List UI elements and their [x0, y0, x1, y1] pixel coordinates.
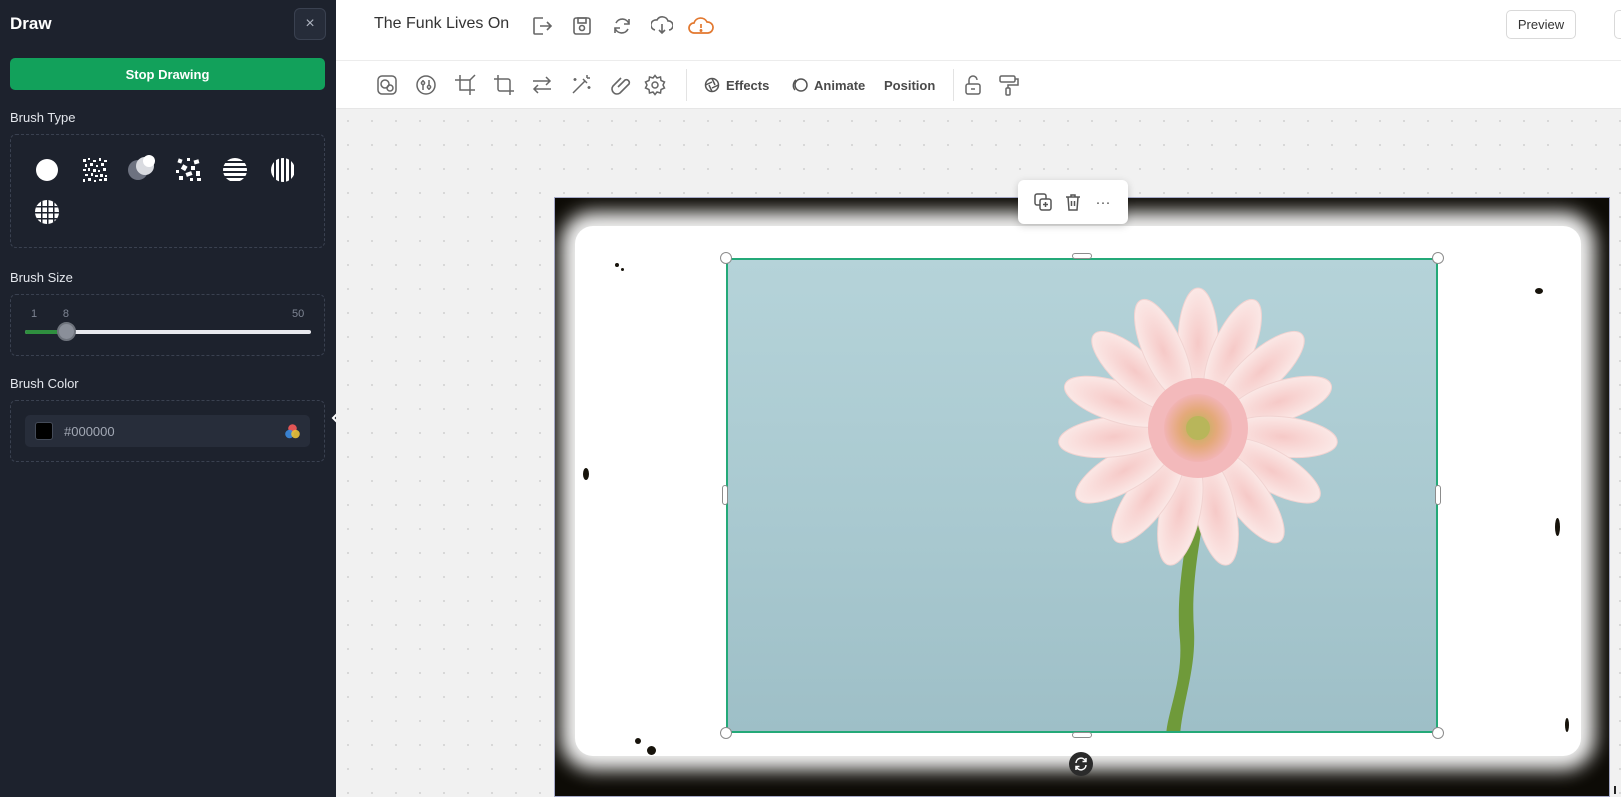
effects-button[interactable]: Effects: [704, 74, 769, 96]
link-icon[interactable]: [607, 72, 633, 98]
grid-brush-icon[interactable]: [33, 198, 61, 226]
animate-label: Animate: [814, 77, 866, 93]
flower-photo[interactable]: [726, 258, 1438, 733]
element-actions-bar: ···: [1018, 180, 1128, 224]
more-icon[interactable]: ···: [1091, 190, 1115, 214]
spray-brush-icon[interactable]: [81, 156, 109, 184]
resize-handle-top[interactable]: [1072, 253, 1092, 259]
brush-color-control: #000000: [10, 400, 325, 462]
panel-title: Draw: [10, 14, 52, 33]
close-button[interactable]: ×: [294, 8, 326, 40]
rotate-handle[interactable]: [1069, 752, 1093, 776]
resize-handle-bottom[interactable]: [1072, 732, 1092, 738]
brush-color-label: Brush Color: [10, 376, 79, 391]
circle-brush-icon[interactable]: [33, 156, 61, 184]
resize-handle-top-left[interactable]: [720, 252, 732, 264]
horizontal-lines-brush-icon[interactable]: [221, 156, 249, 184]
color-picker-icon[interactable]: [284, 423, 301, 445]
mouse-cursor: [1614, 786, 1620, 794]
draw-panel: Draw × Stop Drawing Brush Type Brush Siz…: [0, 0, 336, 797]
grunge-speck: [1555, 518, 1560, 536]
resize-handle-bottom-left[interactable]: [720, 727, 732, 739]
settings-icon[interactable]: [642, 72, 668, 98]
grunge-speck: [583, 468, 589, 480]
effects-label: Effects: [726, 77, 770, 93]
download-icon[interactable]: [649, 13, 675, 39]
animate-button[interactable]: Animate: [792, 74, 865, 96]
unlock-icon[interactable]: [960, 72, 986, 98]
header-cutoff-button[interactable]: [1614, 10, 1621, 39]
document-title[interactable]: The Funk Lives On: [374, 15, 509, 33]
preview-button[interactable]: Preview: [1506, 10, 1576, 39]
grunge-speck: [621, 268, 624, 271]
rotate-icon: [1075, 757, 1087, 771]
slider-thumb[interactable]: [56, 322, 76, 341]
editor-toolbar: Effects Animate Position: [336, 61, 1621, 109]
grunge-speck: [615, 263, 619, 267]
color-input[interactable]: #000000: [25, 415, 310, 447]
animate-icon: [792, 78, 808, 92]
aperture-icon: [704, 77, 720, 93]
position-label: Position: [884, 77, 936, 93]
adjust-icon[interactable]: [413, 72, 439, 98]
flip-icon[interactable]: [529, 72, 555, 98]
resize-handle-left[interactable]: [722, 485, 728, 505]
brush-size-max: 50: [292, 308, 305, 320]
resize-icon[interactable]: [491, 72, 517, 98]
vertical-lines-brush-icon[interactable]: [269, 156, 297, 184]
grunge-speck: [647, 746, 656, 755]
cloud-warning-icon[interactable]: [688, 13, 714, 39]
save-icon[interactable]: [569, 13, 595, 39]
mask-icon[interactable]: [374, 72, 400, 98]
color-swatch[interactable]: [35, 422, 53, 440]
toolbar-divider: [953, 69, 954, 101]
toolbar-divider: [686, 69, 687, 101]
resize-handle-top-right[interactable]: [1432, 252, 1444, 264]
brush-type-label: Brush Type: [10, 110, 76, 125]
trash-icon[interactable]: [1061, 190, 1085, 214]
crop-icon[interactable]: [452, 72, 478, 98]
resize-handle-bottom-right[interactable]: [1432, 727, 1444, 739]
sync-icon[interactable]: [609, 13, 635, 39]
paint-roller-icon[interactable]: [996, 72, 1022, 98]
stop-drawing-button[interactable]: Stop Drawing: [10, 58, 325, 90]
grunge-speck: [1565, 718, 1569, 732]
header-bar: The Funk Lives On Preview: [336, 0, 1621, 61]
brush-size-value: 8: [62, 308, 69, 320]
grunge-speck: [1535, 288, 1543, 294]
brush-size-control: 1 8 50: [10, 294, 325, 356]
splatter-brush-icon[interactable]: [175, 156, 203, 184]
brush-size-min: 1: [31, 308, 38, 320]
duplicate-icon[interactable]: [1031, 190, 1055, 214]
grunge-speck: [635, 738, 641, 744]
color-hex-value[interactable]: #000000: [64, 424, 115, 439]
brush-size-label: Brush Size: [10, 270, 73, 285]
position-button[interactable]: Position: [884, 74, 935, 96]
brush-type-list: [10, 134, 325, 248]
bubble-brush-icon[interactable]: [127, 154, 155, 182]
gerbera-flower-illustration: [1058, 287, 1338, 731]
resize-handle-right[interactable]: [1435, 485, 1441, 505]
export-icon[interactable]: [529, 13, 555, 39]
magic-wand-icon[interactable]: [568, 72, 594, 98]
